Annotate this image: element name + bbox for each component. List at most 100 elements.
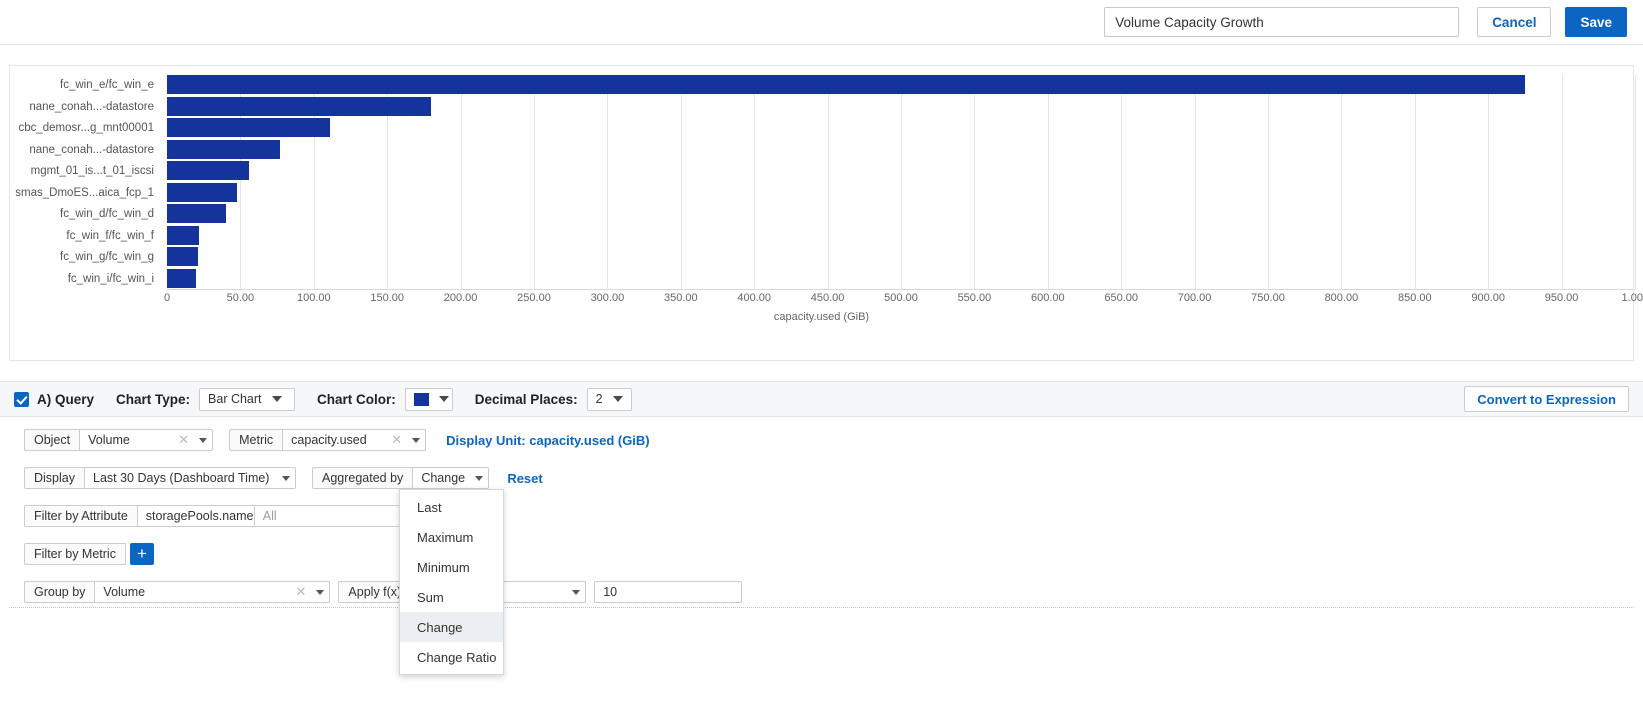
filter-by-attribute-row: Filter by Attribute storagePools.name Al… [24,505,1643,527]
chart-x-tick-label: 850.00 [1398,292,1432,304]
chart-panel: fc_win_e/fc_win_enane_conah...-datastore… [9,65,1634,361]
aggregate-menu-item[interactable]: Maximum [400,522,503,552]
chart-x-tick-label: 650.00 [1104,292,1138,304]
aggregate-menu-item[interactable]: Last [400,492,503,522]
query-builder-rows: Object Volume ✕ Metric capacity.used ✕ D… [0,417,1643,603]
chart-x-tick-label: 150.00 [370,292,404,304]
chart-gridline [828,75,829,289]
chart-x-tick-label: 1.00k [1622,292,1643,304]
filter-by-metric-tag-label: Filter by Metric [24,543,126,565]
chart-gridline [974,75,975,289]
query-options-strip: A) Query Chart Type: Bar Chart Chart Col… [0,381,1643,417]
metric-value: capacity.used [291,433,383,447]
metric-select[interactable]: capacity.used ✕ [283,429,426,451]
chevron-down-icon [272,396,282,402]
chart-gridline [1635,75,1636,289]
filter-attribute-name-value: storagePools.name [146,509,254,523]
chart-gridline [1121,75,1122,289]
reset-link[interactable]: Reset [507,471,542,486]
limit-value: 10 [603,585,617,599]
chart-gridline [901,75,902,289]
chevron-down-icon [572,590,580,595]
display-tag-label: Display [24,467,85,489]
filter-attribute-name-select[interactable]: storagePools.name [138,505,255,527]
convert-to-expression-button[interactable]: Convert to Expression [1464,386,1629,412]
aggregate-menu-item[interactable]: Change Ratio [400,642,503,672]
object-select[interactable]: Volume ✕ [80,429,213,451]
chart-x-tick-label: 750.00 [1251,292,1285,304]
cancel-button[interactable]: Cancel [1477,7,1551,37]
display-range-select[interactable]: Last 30 Days (Dashboard Time) [85,467,296,489]
chart-gridline [461,75,462,289]
decimal-places-value: 2 [596,392,603,406]
chart-bar[interactable] [167,247,198,266]
aggregated-by-dropdown-menu[interactable]: LastMaximumMinimumSumChangeChange Ratio [399,489,504,675]
chart-x-tick-label: 350.00 [664,292,698,304]
chart-bar[interactable] [167,75,1525,94]
save-button[interactable]: Save [1565,7,1627,37]
chart-bar[interactable] [167,118,330,137]
display-aggregate-row: Display Last 30 Days (Dashboard Time) Ag… [24,467,1643,489]
chart-x-tick-label: 600.00 [1031,292,1065,304]
group-by-value: Volume [103,585,287,599]
chart-category-label: cbc_demosr...g_mnt00001 [9,122,154,134]
chart-type-select[interactable]: Bar Chart [199,388,295,411]
aggregated-by-select[interactable]: Change [413,467,489,489]
clear-group-by-icon[interactable]: ✕ [296,584,307,600]
group-by-select[interactable]: Volume ✕ [95,581,330,603]
chart-category-label: fc_win_g/fc_win_g [9,251,154,263]
chart-bar[interactable] [167,140,280,159]
chart-bar[interactable] [167,97,431,116]
chart-x-tick-label: 400.00 [737,292,771,304]
group-by-row: Group by Volume ✕ Apply f(x) 10 [24,581,1643,603]
chart-x-tick-label: 50.00 [227,292,255,304]
chevron-down-icon [199,438,207,443]
display-unit-label: Display Unit: capacity.used (GiB) [446,433,649,448]
aggregate-menu-item[interactable]: Change [400,612,503,642]
chart-gridline [1341,75,1342,289]
chart-x-axis-title: capacity.used (GiB) [10,311,1633,323]
add-metric-filter-button[interactable]: + [130,543,154,565]
chart-x-tick-label: 450.00 [811,292,845,304]
chevron-down-icon [439,396,449,402]
chart-bar[interactable] [167,226,199,245]
widget-title-input[interactable] [1104,7,1459,37]
chart-x-tick-label: 0 [164,292,170,304]
chart-x-tick-label: 200.00 [444,292,478,304]
chart-category-label: nane_conah...-datastore [9,101,154,113]
chart-gridline [1048,75,1049,289]
chart-area: fc_win_e/fc_win_enane_conah...-datastore… [10,66,1633,360]
aggregated-by-tag-label: Aggregated by [312,467,413,489]
decimal-places-select[interactable]: 2 [587,388,632,411]
clear-object-icon[interactable]: ✕ [178,432,189,448]
query-enabled-checkbox[interactable] [14,392,29,407]
object-tag-label: Object [24,429,80,451]
chart-bar[interactable] [167,161,249,180]
chart-bar[interactable] [167,269,196,288]
chart-x-tick-label: 300.00 [591,292,625,304]
chart-gridline [1415,75,1416,289]
chart-bar[interactable] [167,183,237,202]
chart-category-label: fc_win_d/fc_win_d [9,208,154,220]
chart-color-label: Chart Color: [317,392,396,407]
clear-metric-icon[interactable]: ✕ [391,432,402,448]
chart-x-tick-label: 250.00 [517,292,551,304]
object-metric-row: Object Volume ✕ Metric capacity.used ✕ D… [24,429,1643,451]
chart-gridline [1562,75,1563,289]
filter-by-metric-row: Filter by Metric + [24,543,1643,565]
chart-bar[interactable] [167,204,226,223]
section-divider [9,607,1634,608]
chevron-down-icon [316,590,324,595]
chart-gridline [1195,75,1196,289]
chart-x-axis-line [167,289,1635,290]
chart-color-select[interactable] [405,388,453,411]
top-toolbar: Cancel Save [0,0,1643,45]
query-label: A) Query [37,392,94,407]
group-by-tag-label: Group by [24,581,95,603]
aggregated-by-value: Change [421,471,471,485]
limit-input[interactable]: 10 [594,581,742,603]
chevron-down-icon [412,438,420,443]
chart-x-tick-label: 550.00 [958,292,992,304]
aggregate-menu-item[interactable]: Sum [400,582,503,612]
aggregate-menu-item[interactable]: Minimum [400,552,503,582]
